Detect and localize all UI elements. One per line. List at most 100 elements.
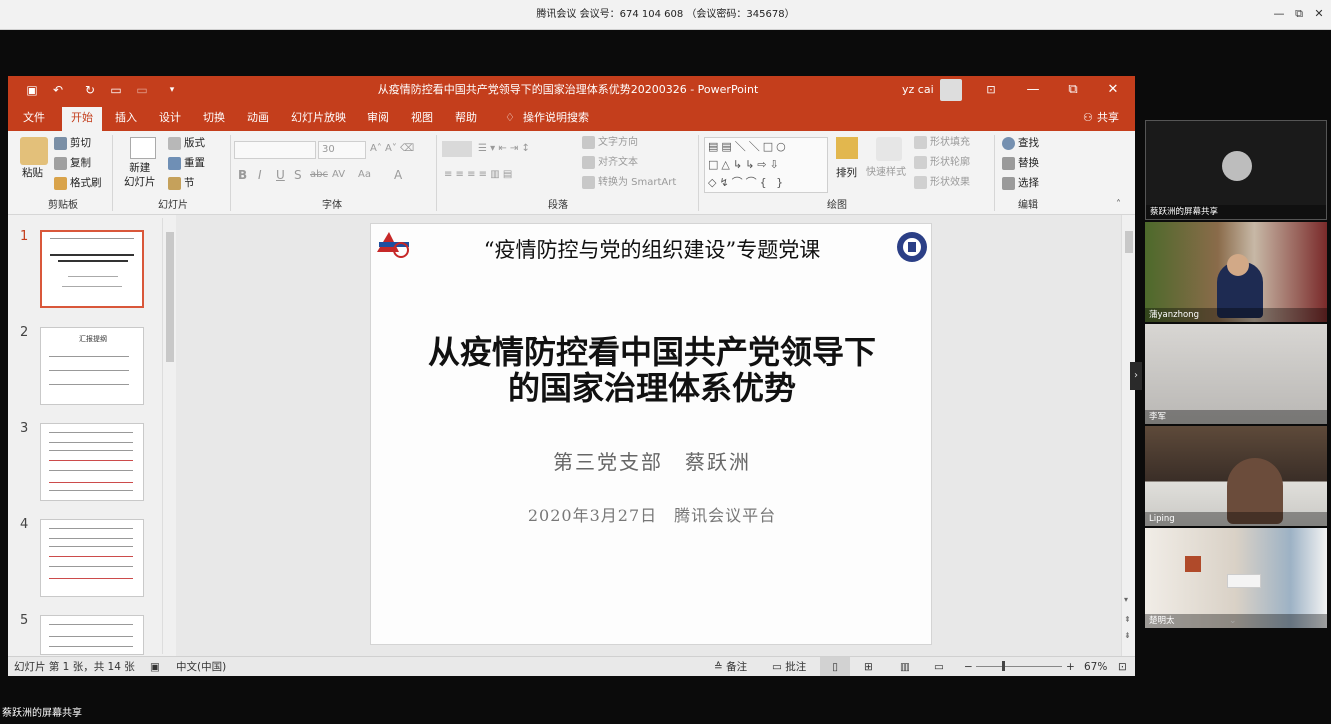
arrange-button[interactable]: 排列 bbox=[836, 165, 857, 181]
format-painter-button[interactable]: 格式刷 bbox=[54, 175, 102, 191]
zoom-slider-thumb[interactable] bbox=[1002, 661, 1005, 671]
change-case-button[interactable]: Aa bbox=[358, 167, 371, 183]
participant-tile[interactable]: 李军 bbox=[1145, 324, 1327, 424]
scroll-down-icon[interactable]: ▾ bbox=[1124, 595, 1128, 604]
user-name[interactable]: yz cai bbox=[902, 76, 934, 104]
present-icon[interactable]: ▭ bbox=[108, 82, 124, 98]
next-slide-icon[interactable]: ⇟ bbox=[1124, 631, 1131, 640]
zoom-out-button[interactable]: − bbox=[964, 657, 973, 676]
section-button[interactable]: 节 bbox=[168, 175, 195, 191]
tab-review[interactable]: 审阅 bbox=[358, 104, 398, 131]
reading-view-button[interactable]: ▥ bbox=[900, 657, 910, 676]
arrange-icon[interactable] bbox=[836, 137, 858, 159]
slide-thumbnail-5[interactable] bbox=[40, 615, 144, 655]
participant-tile[interactable]: Liping bbox=[1145, 426, 1327, 526]
zoom-slider[interactable] bbox=[976, 666, 1062, 667]
copy-button[interactable]: 复制 bbox=[54, 155, 91, 171]
quick-styles-button[interactable]: 快速样式 bbox=[866, 165, 906, 181]
avatar[interactable] bbox=[940, 79, 962, 101]
ppt-restore-button[interactable]: ⧉ bbox=[1058, 76, 1088, 104]
new-slide-icon[interactable] bbox=[130, 137, 156, 159]
participant-tile[interactable]: 蔡跃洲的屏幕共享 bbox=[1145, 120, 1327, 220]
close-button[interactable]: ✕ bbox=[1310, 5, 1328, 23]
shadow-button[interactable]: S bbox=[294, 167, 302, 183]
thumb-number: 3 bbox=[20, 421, 29, 436]
italic-button[interactable]: I bbox=[258, 167, 262, 183]
notes-button[interactable]: ≙ 备注 bbox=[714, 657, 747, 676]
slide-thumbnail-1[interactable] bbox=[40, 230, 144, 308]
slide-thumbnail-3[interactable] bbox=[40, 423, 144, 501]
tab-help[interactable]: 帮助 bbox=[446, 104, 486, 131]
language-indicator[interactable]: 中文(中国) bbox=[176, 657, 226, 676]
replace-button[interactable]: 替换 bbox=[1002, 155, 1039, 171]
new-slide-button[interactable]: 新建 幻灯片 bbox=[124, 161, 156, 189]
slide-thumbnail-2[interactable]: 汇报提纲 bbox=[40, 327, 144, 405]
align-buttons[interactable]: ≡ ≡ ≡ ≡ ▥ ▤ bbox=[444, 167, 512, 183]
chevron-right-icon[interactable]: › bbox=[1130, 362, 1142, 390]
tab-home[interactable]: 开始 bbox=[62, 107, 102, 131]
participant-tile[interactable]: 蒲yanzhong bbox=[1145, 222, 1327, 322]
shape-fill-button[interactable]: 形状填充 bbox=[914, 135, 970, 151]
scroll-thumb[interactable] bbox=[1125, 231, 1133, 253]
shape-effects-button[interactable]: 形状效果 bbox=[914, 175, 970, 191]
tab-design[interactable]: 设计 bbox=[150, 104, 190, 131]
undo-icon[interactable]: ↶ bbox=[50, 82, 66, 98]
reset-button[interactable]: 重置 bbox=[168, 155, 205, 171]
layout-button[interactable]: 版式 bbox=[168, 135, 205, 151]
zoom-level[interactable]: 67% bbox=[1084, 657, 1107, 676]
slide-scrollbar[interactable]: ▾ ⇞ ⇟ bbox=[1121, 215, 1135, 656]
char-spacing-button[interactable]: AV bbox=[332, 167, 345, 183]
share-button[interactable]: 共享 bbox=[1088, 104, 1128, 131]
quick-styles-icon[interactable] bbox=[876, 137, 902, 161]
shape-outline-button[interactable]: 形状轮廓 bbox=[914, 155, 970, 171]
slide-sorter-button[interactable]: ⊞ bbox=[864, 657, 873, 676]
tab-view[interactable]: 视图 bbox=[402, 104, 442, 131]
minimize-button[interactable]: — bbox=[1270, 5, 1288, 23]
bold-button[interactable]: B bbox=[238, 167, 247, 183]
save-icon[interactable]: ▣ bbox=[24, 82, 40, 98]
smartart-button[interactable]: 转换为 SmartArt bbox=[582, 175, 676, 191]
restore-button[interactable]: ⧉ bbox=[1290, 5, 1308, 23]
participant-tile[interactable]: ⌄ 楚明太 bbox=[1145, 528, 1327, 628]
normal-view-button[interactable]: ▯ bbox=[820, 657, 850, 676]
strikethrough-button[interactable]: abc bbox=[310, 167, 328, 183]
comments-button[interactable]: ▭ 批注 bbox=[772, 657, 806, 676]
text-direction-button[interactable]: 文字方向 bbox=[582, 135, 638, 151]
fit-to-window-icon[interactable]: ⊡ bbox=[1118, 657, 1127, 676]
redo-icon[interactable]: ↻ bbox=[82, 82, 98, 98]
font-name-select[interactable] bbox=[234, 141, 316, 159]
current-slide[interactable]: “疫情防控与党的组织建设”专题党课 从疫情防控看中国共产党领导下 的国家治理体系… bbox=[370, 223, 932, 645]
tab-transitions[interactable]: 切换 bbox=[194, 104, 234, 131]
slide-thumbnail-4[interactable] bbox=[40, 519, 144, 597]
zoom-in-button[interactable]: + bbox=[1066, 657, 1075, 676]
ppt-minimize-button[interactable]: — bbox=[1018, 76, 1048, 104]
tab-animations[interactable]: 动画 bbox=[238, 104, 278, 131]
tab-file[interactable]: 文件 bbox=[14, 104, 54, 131]
ribbon-display-icon[interactable]: ⊡ bbox=[976, 76, 1006, 104]
slideshow-button[interactable]: ▭ bbox=[934, 657, 944, 676]
scroll-thumb[interactable] bbox=[166, 232, 174, 362]
grow-font-button[interactable]: A˄ A˅ ⌫ bbox=[370, 141, 414, 157]
numbering-button[interactable]: ☰ ▾ ⇤ ⇥ ↕ bbox=[478, 141, 530, 157]
find-button[interactable]: 查找 bbox=[1002, 135, 1039, 151]
collapse-ribbon-icon[interactable]: ˄ bbox=[1116, 199, 1121, 210]
customize-qat-icon[interactable]: ▾ bbox=[164, 82, 180, 98]
repeat-icon[interactable]: ▭ bbox=[134, 82, 150, 98]
underline-button[interactable]: U bbox=[276, 167, 285, 183]
font-color-button[interactable]: A bbox=[394, 167, 402, 183]
align-text-button[interactable]: 对齐文本 bbox=[582, 155, 638, 171]
cut-button[interactable]: 剪切 bbox=[54, 135, 91, 151]
spell-check-icon[interactable]: ▣ bbox=[150, 657, 160, 676]
tell-me-search[interactable]: 操作说明搜索 bbox=[514, 104, 598, 131]
paste-button[interactable]: 粘贴 bbox=[22, 165, 43, 181]
prev-slide-icon[interactable]: ⇞ bbox=[1124, 615, 1131, 624]
font-size-select[interactable]: 30 bbox=[318, 141, 366, 159]
ppt-close-button[interactable]: ✕ bbox=[1098, 76, 1128, 104]
paste-icon[interactable] bbox=[20, 137, 48, 165]
thumbnail-scrollbar[interactable] bbox=[162, 218, 176, 654]
bullets-button[interactable] bbox=[442, 141, 472, 157]
shapes-gallery[interactable]: ▤▤＼＼□○ □△↳↳⇨⇩ ◇↯⌒⌒{ } bbox=[704, 137, 828, 193]
select-button[interactable]: 选择 bbox=[1002, 175, 1039, 191]
tab-slideshow[interactable]: 幻灯片放映 bbox=[282, 104, 355, 131]
tab-insert[interactable]: 插入 bbox=[106, 104, 146, 131]
